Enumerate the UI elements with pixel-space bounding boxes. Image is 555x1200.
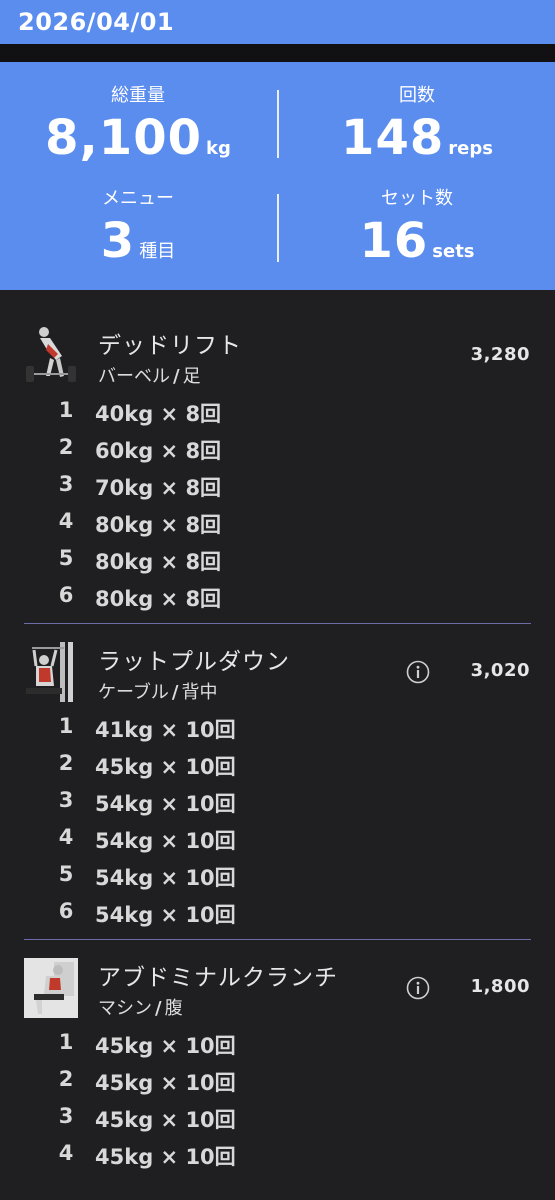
set-weight-reps: 45kg × 10回 — [95, 1145, 236, 1169]
equipment-label: ケーブル — [98, 682, 169, 703]
body-part-label: 足 — [182, 366, 201, 387]
set-number: 4 — [58, 825, 74, 849]
sets-unit: sets — [432, 241, 475, 262]
set-row: 3 54kg × 10回 — [0, 788, 555, 824]
sets-value: 16 — [359, 213, 429, 269]
deadlift-icon — [24, 326, 78, 386]
total-weight-label: 総重量 — [111, 85, 165, 106]
set-number: 2 — [58, 751, 74, 775]
set-number: 2 — [58, 435, 74, 459]
exercise-separator — [24, 939, 531, 940]
exercise-separator — [24, 623, 531, 624]
set-row: 4 54kg × 10回 — [0, 825, 555, 861]
set-weight-reps: 45kg × 10回 — [95, 1071, 236, 1095]
reps-label: 回数 — [399, 85, 435, 106]
equipment-label: バーベル — [98, 366, 170, 387]
set-row: 3 45kg × 10回 — [0, 1104, 555, 1140]
exercise-category: マシン / 腹 — [98, 994, 183, 1020]
total-weight-value: 8,100 — [45, 110, 202, 166]
set-weight-reps: 45kg × 10回 — [95, 1108, 236, 1132]
set-weight-reps: 54kg × 10回 — [95, 903, 236, 927]
exercise-category: ケーブル / 背中 — [98, 678, 218, 704]
set-number: 4 — [58, 1141, 74, 1165]
set-row: 2 45kg × 10回 — [0, 1067, 555, 1103]
set-number: 2 — [58, 1067, 74, 1091]
header-gap — [0, 44, 555, 62]
total-weight-unit: kg — [205, 138, 231, 159]
set-row: 1 41kg × 10回 — [0, 714, 555, 750]
set-row: 2 45kg × 10回 — [0, 751, 555, 787]
date-header: 2026/04/01 — [0, 0, 555, 44]
exercise-total-volume: 3,280 — [470, 344, 530, 365]
menu-label: メニュー — [102, 188, 174, 209]
set-row: 5 54kg × 10回 — [0, 862, 555, 898]
category-slash: / — [173, 366, 180, 387]
menu-unit: 種目 — [139, 241, 176, 262]
sets-label: セット数 — [381, 188, 453, 209]
exercise-total-volume: 3,020 — [470, 660, 530, 681]
set-row: 1 45kg × 10回 — [0, 1030, 555, 1066]
body-part-label: 腹 — [164, 998, 183, 1019]
set-number: 1 — [58, 1030, 74, 1054]
category-slash: / — [155, 998, 162, 1019]
set-number: 6 — [58, 899, 74, 923]
exercise-name: アブドミナルクランチ — [98, 965, 338, 991]
info-icon[interactable] — [406, 660, 430, 684]
lat-pulldown-icon — [24, 642, 78, 702]
set-row: 5 80kg × 8回 — [0, 546, 555, 582]
set-number: 5 — [58, 546, 74, 570]
set-weight-reps: 45kg × 10回 — [95, 755, 236, 779]
set-weight-reps: 60kg × 8回 — [95, 439, 222, 463]
total-weight-stat: 総重量 8,100 kg — [0, 84, 276, 166]
workout-summary: 総重量 8,100 kg 回数 148 reps メニュー 3 種目 セット数 16 s… — [0, 62, 555, 290]
set-weight-reps: 40kg × 8回 — [95, 402, 222, 426]
set-row: 3 70kg × 8回 — [0, 472, 555, 508]
set-row: 6 80kg × 8回 — [0, 583, 555, 619]
category-slash: / — [171, 682, 179, 703]
exercise-total-volume: 1,800 — [470, 976, 530, 997]
exercise-category: バーベル / 足 — [98, 362, 201, 388]
body-part-label: 背中 — [181, 682, 218, 703]
reps-stat: 回数 148 reps — [279, 84, 555, 166]
abdominal-crunch-icon — [24, 958, 78, 1018]
set-row: 1 40kg × 8回 — [0, 398, 555, 434]
info-icon[interactable] — [406, 976, 430, 1000]
set-weight-reps: 41kg × 10回 — [95, 718, 236, 742]
set-number: 6 — [58, 583, 74, 607]
set-number: 3 — [58, 788, 74, 812]
set-weight-reps: 54kg × 10回 — [95, 829, 236, 853]
set-number: 5 — [58, 862, 74, 886]
set-weight-reps: 80kg × 8回 — [95, 587, 222, 611]
equipment-label: マシン — [98, 998, 152, 1019]
reps-value: 148 — [341, 110, 445, 166]
set-number: 4 — [58, 509, 74, 533]
workout-date: 2026/04/01 — [18, 8, 175, 36]
set-weight-reps: 80kg × 8回 — [95, 550, 222, 574]
exercise-name: ラットプルダウン — [98, 649, 290, 675]
set-weight-reps: 70kg × 8回 — [95, 476, 222, 500]
set-row: 2 60kg × 8回 — [0, 435, 555, 471]
set-row: 6 54kg × 10回 — [0, 899, 555, 935]
menu-value: 3 — [100, 213, 136, 269]
menu-stat: メニュー 3 種目 — [0, 187, 276, 269]
set-row: 4 80kg × 8回 — [0, 509, 555, 545]
sets-stat: セット数 16 sets — [279, 187, 555, 269]
set-weight-reps: 80kg × 8回 — [95, 513, 222, 537]
set-weight-reps: 45kg × 10回 — [95, 1034, 236, 1058]
reps-unit: reps — [448, 138, 493, 159]
set-number: 3 — [58, 472, 74, 496]
set-number: 1 — [58, 398, 74, 422]
set-weight-reps: 54kg × 10回 — [95, 792, 236, 816]
set-row: 4 45kg × 10回 — [0, 1141, 555, 1177]
set-weight-reps: 54kg × 10回 — [95, 866, 236, 890]
set-number: 1 — [58, 714, 74, 738]
exercise-name: デッドリフト — [98, 333, 242, 359]
set-number: 3 — [58, 1104, 74, 1128]
